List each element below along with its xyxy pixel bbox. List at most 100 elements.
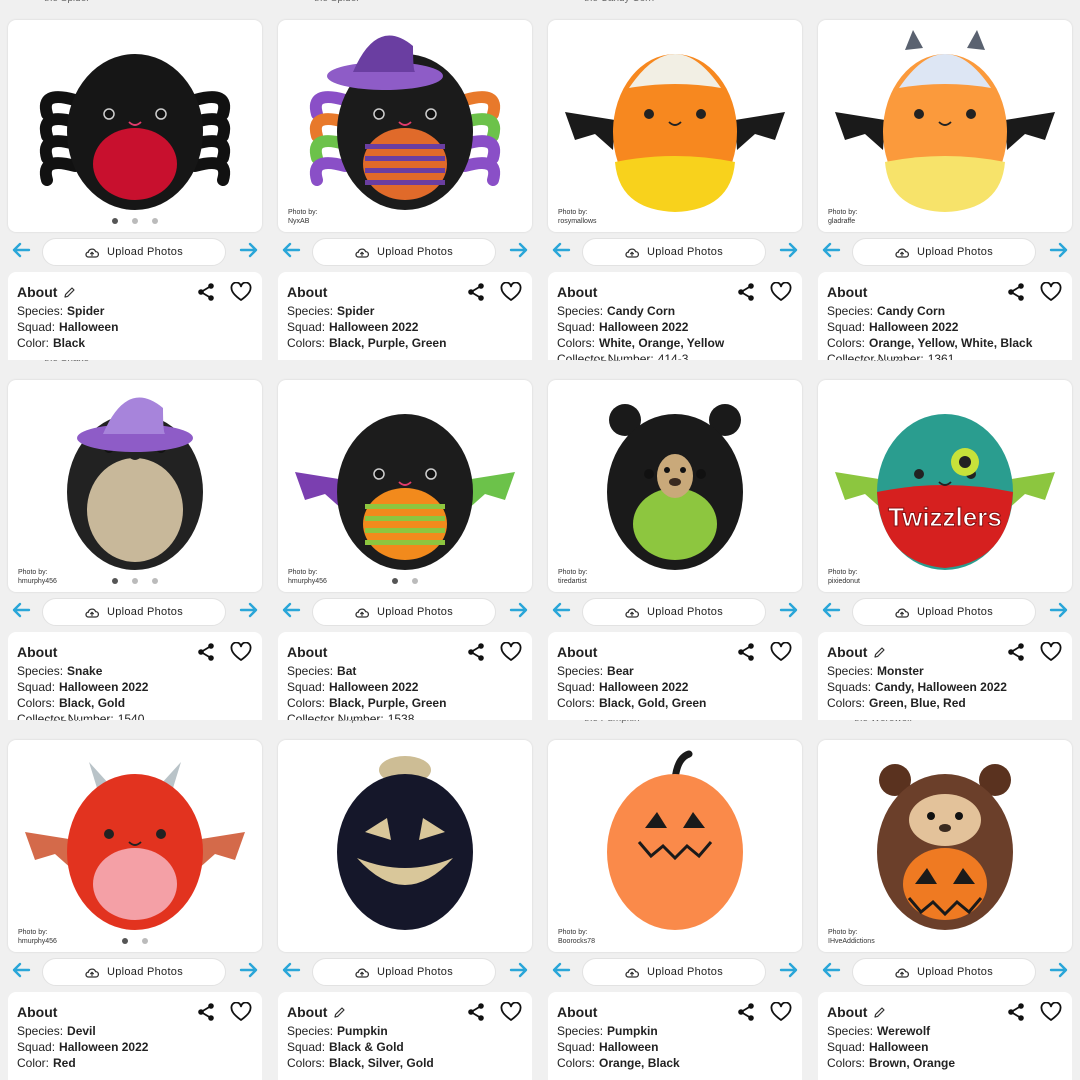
upload-photos-label: Upload Photos (376, 966, 454, 978)
carousel-dot[interactable] (412, 578, 418, 584)
previous-arrow-icon[interactable] (550, 239, 572, 261)
previous-arrow-icon[interactable] (550, 959, 572, 981)
edit-pencil-icon[interactable] (873, 646, 886, 659)
share-icon[interactable] (736, 642, 756, 662)
next-arrow-icon[interactable] (238, 959, 260, 981)
next-arrow-icon[interactable] (508, 599, 530, 621)
heart-icon[interactable] (500, 1002, 522, 1022)
next-arrow-icon[interactable] (1048, 959, 1070, 981)
photo-carousel[interactable]: Photo by: Boorocks78 (548, 740, 802, 952)
heart-icon[interactable] (230, 1002, 252, 1022)
next-arrow-icon[interactable] (508, 239, 530, 261)
upload-photos-button[interactable]: Upload Photos (582, 958, 766, 986)
upload-photos-button[interactable]: Upload Photos (852, 598, 1036, 626)
squishmallow-panel: the Devil Photo by: hmurphy456 Upload Phot… (0, 720, 270, 1080)
photo-carousel[interactable]: Twizzlers Photo by: pixiedonut (818, 380, 1072, 592)
share-icon[interactable] (1006, 282, 1026, 302)
carousel-dot[interactable] (152, 578, 158, 584)
photo-carousel[interactable]: Photo by: hmurphy456 (8, 380, 262, 592)
heart-icon[interactable] (500, 642, 522, 662)
edit-pencil-icon[interactable] (873, 1006, 886, 1019)
cloud-upload-icon (85, 247, 99, 258)
heart-icon[interactable] (230, 282, 252, 302)
heart-icon[interactable] (1040, 282, 1062, 302)
about-field-row: Squad: Halloween 2022 (287, 319, 532, 335)
photo-carousel[interactable]: Photo by: hmurphy456 (278, 380, 532, 592)
carousel-dot[interactable] (392, 578, 398, 584)
edit-pencil-icon[interactable] (333, 1006, 346, 1019)
photo-carousel[interactable]: Photo by: tiredartist (548, 380, 802, 592)
photo-carousel[interactable] (278, 740, 532, 952)
edit-pencil-icon[interactable] (63, 286, 76, 299)
carousel-dot[interactable] (142, 938, 148, 944)
upload-photos-button[interactable]: Upload Photos (852, 238, 1036, 266)
upload-photos-button[interactable]: Upload Photos (312, 598, 496, 626)
share-icon[interactable] (466, 1002, 486, 1022)
heart-icon[interactable] (770, 1002, 792, 1022)
carousel-dot[interactable] (132, 218, 138, 224)
photo-carousel[interactable] (8, 20, 262, 232)
share-icon[interactable] (1006, 642, 1026, 662)
photo-carousel[interactable]: Photo by: rosymallows (548, 20, 802, 232)
previous-arrow-icon[interactable] (820, 599, 842, 621)
upload-photos-label: Upload Photos (916, 246, 994, 258)
previous-arrow-icon[interactable] (10, 599, 32, 621)
previous-arrow-icon[interactable] (820, 959, 842, 981)
share-icon[interactable] (736, 1002, 756, 1022)
carousel-dot[interactable] (112, 578, 118, 584)
share-icon[interactable] (736, 282, 756, 302)
share-icon[interactable] (1006, 1002, 1026, 1022)
about-heading: About (827, 284, 1072, 300)
previous-arrow-icon[interactable] (550, 599, 572, 621)
previous-arrow-icon[interactable] (280, 239, 302, 261)
share-icon[interactable] (196, 282, 216, 302)
about-field-row: Colors: Brown, Orange (827, 1055, 1072, 1071)
previous-arrow-icon[interactable] (280, 599, 302, 621)
carousel-dot[interactable] (132, 578, 138, 584)
share-icon[interactable] (196, 642, 216, 662)
photo-carousel[interactable]: Photo by: NyxAB (278, 20, 532, 232)
upload-photos-button[interactable]: Upload Photos (582, 598, 766, 626)
carousel-dot[interactable] (122, 938, 128, 944)
upload-photos-button[interactable]: Upload Photos (42, 958, 226, 986)
field-key: Colors: (287, 336, 326, 350)
previous-arrow-icon[interactable] (10, 959, 32, 981)
next-arrow-icon[interactable] (238, 239, 260, 261)
photo-nav-row: Upload Photos (270, 236, 540, 266)
next-arrow-icon[interactable] (778, 599, 800, 621)
carousel-dot[interactable] (152, 218, 158, 224)
next-arrow-icon[interactable] (238, 599, 260, 621)
carousel-dot[interactable] (112, 218, 118, 224)
upload-photos-button[interactable]: Upload Photos (42, 598, 226, 626)
previous-arrow-icon[interactable] (10, 239, 32, 261)
previous-arrow-icon[interactable] (280, 959, 302, 981)
share-icon[interactable] (196, 1002, 216, 1022)
upload-photos-button[interactable]: Upload Photos (312, 238, 496, 266)
about-field-row: Squad: Halloween (827, 1039, 1072, 1055)
photo-carousel[interactable]: Photo by: gladraffe (818, 20, 1072, 232)
character-name-label: the Spider (44, 0, 90, 4)
heart-icon[interactable] (230, 642, 252, 662)
photo-carousel[interactable]: Photo by: hmurphy456 (8, 740, 262, 952)
next-arrow-icon[interactable] (778, 959, 800, 981)
photo-carousel[interactable]: Photo by: IHveAddictions (818, 740, 1072, 952)
heart-icon[interactable] (770, 642, 792, 662)
heart-icon[interactable] (500, 282, 522, 302)
heart-icon[interactable] (770, 282, 792, 302)
share-icon[interactable] (466, 282, 486, 302)
upload-photos-button[interactable]: Upload Photos (582, 238, 766, 266)
next-arrow-icon[interactable] (778, 239, 800, 261)
share-icon[interactable] (466, 642, 486, 662)
next-arrow-icon[interactable] (1048, 599, 1070, 621)
about-heading: About (17, 284, 262, 300)
next-arrow-icon[interactable] (508, 959, 530, 981)
upload-photos-button[interactable]: Upload Photos (852, 958, 1036, 986)
heart-icon[interactable] (1040, 1002, 1062, 1022)
upload-photos-button[interactable]: Upload Photos (42, 238, 226, 266)
about-heading-text: About (827, 644, 868, 660)
heart-icon[interactable] (1040, 642, 1062, 662)
upload-photos-button[interactable]: Upload Photos (312, 958, 496, 986)
next-arrow-icon[interactable] (1048, 239, 1070, 261)
previous-arrow-icon[interactable] (820, 239, 842, 261)
upload-photos-label: Upload Photos (646, 606, 724, 618)
